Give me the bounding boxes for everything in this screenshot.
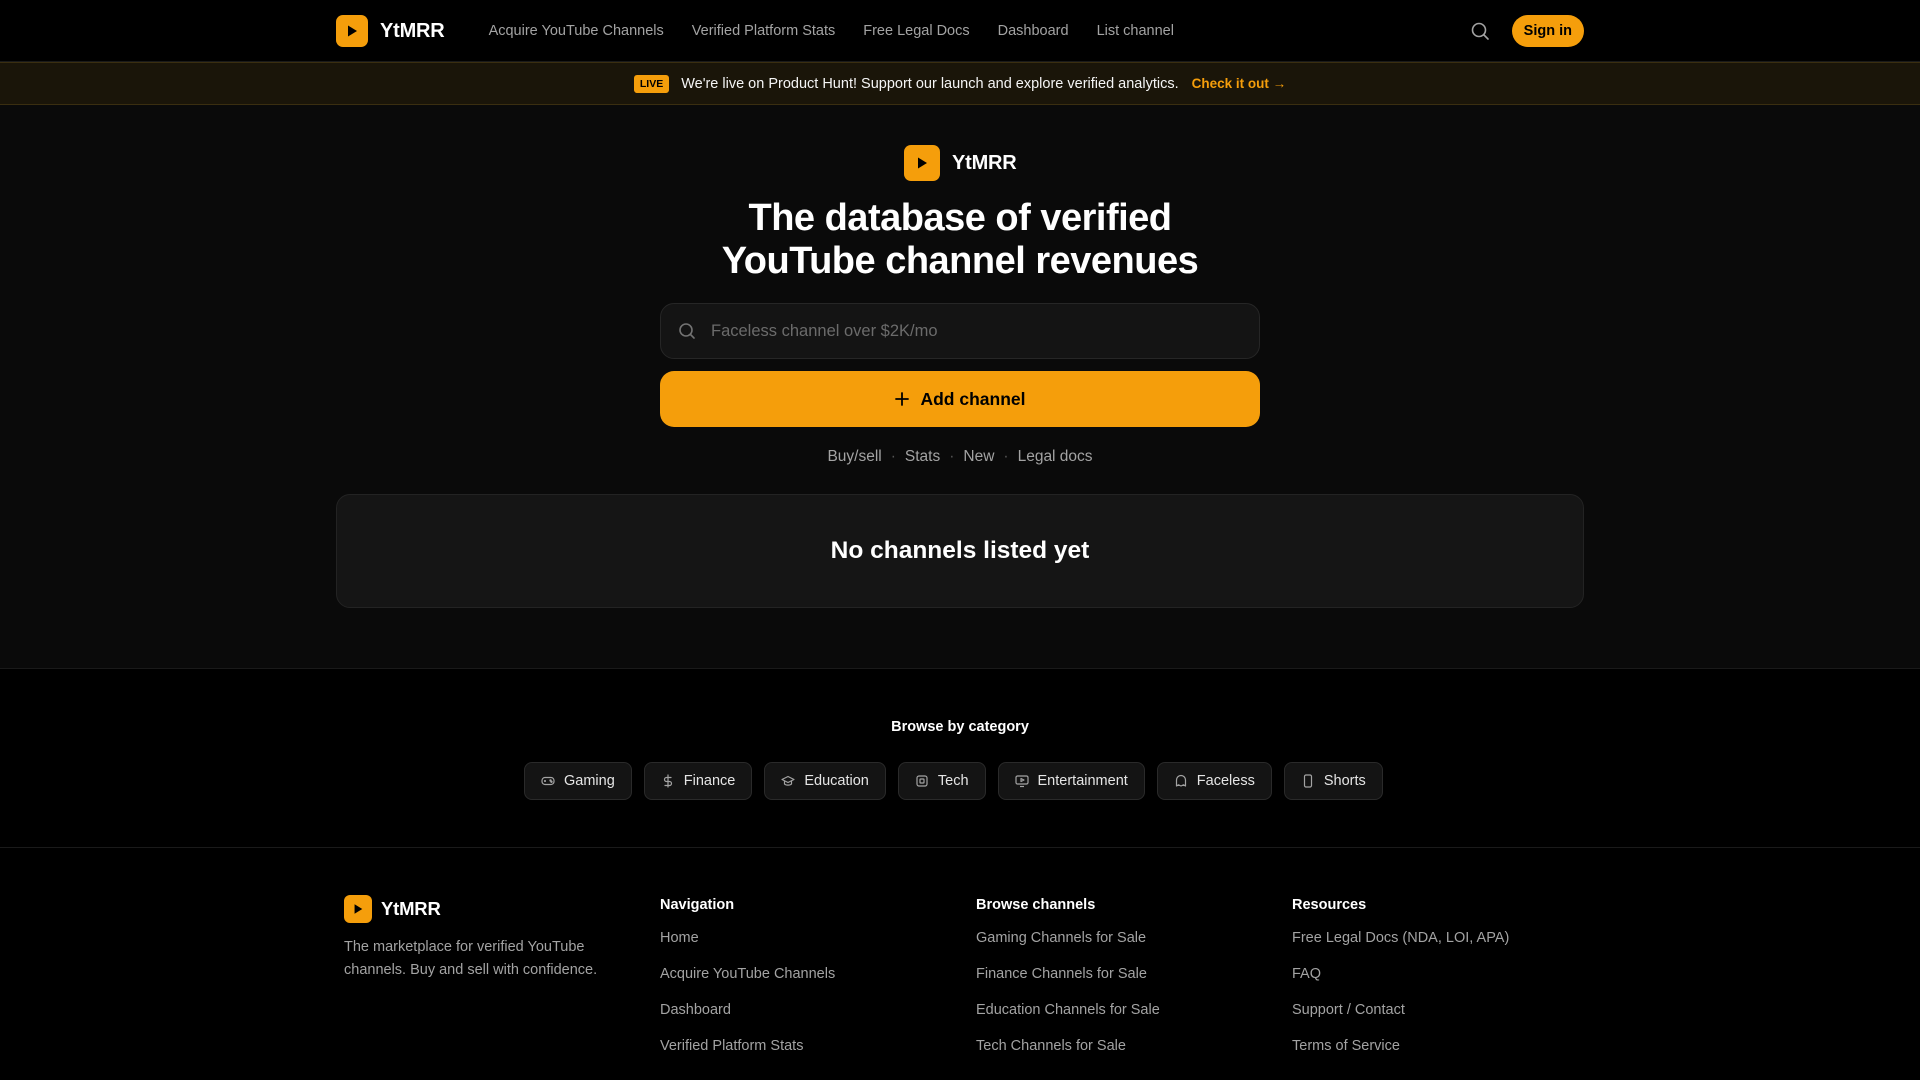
- hero-brand: YtMRR: [952, 151, 1017, 174]
- footer-link-education[interactable]: Education Channels for Sale: [976, 1002, 1160, 1038]
- nav-link-list-channel[interactable]: List channel: [1097, 23, 1174, 39]
- ghost-icon: [1175, 774, 1186, 787]
- nav-links: Acquire YouTube Channels Verified Platfo…: [489, 23, 1174, 39]
- sign-in-button[interactable]: Sign in: [1511, 15, 1584, 47]
- category-chip-gaming[interactable]: Gaming: [524, 762, 632, 800]
- category-label: Gaming: [564, 773, 615, 789]
- banner-text: We're live on Product Hunt! Support our …: [681, 75, 1179, 92]
- add-channel-label: Add channel: [920, 388, 1026, 409]
- footer-col-resources: Resources Free Legal Docs (NDA, LOI, APA…: [1292, 897, 1509, 1074]
- category-label: Finance: [683, 773, 736, 789]
- banner-cta-link[interactable]: Check it out →: [1192, 76, 1287, 91]
- hero-title: The database of verified YouTube channel…: [560, 197, 1360, 283]
- search-input[interactable]: [711, 321, 1231, 341]
- footer-description: The marketplace for verified YouTube cha…: [344, 939, 598, 978]
- category-title: Browse by category: [891, 719, 1029, 735]
- footer-link-gaming[interactable]: Gaming Channels for Sale: [976, 930, 1160, 966]
- footer-link-faq[interactable]: FAQ: [1292, 966, 1509, 1002]
- footer-col-title: Resources: [1292, 897, 1367, 913]
- footer-link-home[interactable]: Home: [660, 930, 835, 966]
- category-label: Entertainment: [1037, 773, 1128, 789]
- announcement-banner: LIVE We're live on Product Hunt! Support…: [0, 62, 1920, 105]
- channels-empty-state: No channels listed yet: [336, 494, 1584, 608]
- footer-link-terms[interactable]: Terms of Service: [1292, 1038, 1509, 1074]
- nav-actions: Sign in: [1470, 15, 1584, 47]
- hero-logo: YtMRR: [904, 145, 1017, 181]
- nav-brand[interactable]: YtMRR: [380, 20, 445, 43]
- hero-play-icon: [904, 145, 940, 181]
- category-chip-education[interactable]: Education: [764, 762, 886, 800]
- footer-col-title: Browse channels: [976, 897, 1096, 913]
- footer-col-navigation: Navigation Home Acquire YouTube Channels…: [660, 897, 835, 1074]
- nav-link-legal-docs[interactable]: Free Legal Docs: [863, 23, 969, 39]
- search-field-icon: [679, 323, 695, 339]
- nav-link-stats[interactable]: Verified Platform Stats: [692, 23, 835, 39]
- plus-icon: [895, 392, 910, 406]
- footer-brand-name[interactable]: YtMRR: [381, 898, 441, 920]
- logo-play-icon[interactable]: [336, 15, 368, 47]
- category-chip-tech[interactable]: Tech: [897, 762, 986, 800]
- footer: YtMRR The marketplace for verified YouTu…: [0, 848, 1920, 1080]
- search-icon[interactable]: [1470, 21, 1490, 41]
- footer-link-acquire[interactable]: Acquire YouTube Channels: [660, 966, 835, 1002]
- category-label: Shorts: [1323, 773, 1366, 789]
- category-section: Browse by category Gaming Finance Educat…: [0, 668, 1920, 848]
- category-chips: Gaming Finance Education Tech Entertainm…: [524, 762, 1383, 800]
- category-label: Faceless: [1196, 773, 1255, 789]
- footer-link-tech[interactable]: Tech Channels for Sale: [976, 1038, 1160, 1074]
- quick-link-buy-sell[interactable]: Buy/sell: [827, 448, 881, 465]
- cpu-icon: [916, 775, 928, 787]
- quick-link-legal-docs[interactable]: Legal docs: [1018, 448, 1093, 465]
- add-channel-button[interactable]: Add channel: [660, 371, 1260, 427]
- hero-title-line1: The database of verified: [748, 197, 1172, 239]
- quick-link-stats[interactable]: Stats: [905, 448, 940, 465]
- category-chip-shorts[interactable]: Shorts: [1283, 762, 1383, 800]
- footer-link-dashboard[interactable]: Dashboard: [660, 1002, 835, 1038]
- tv-icon: [1014, 775, 1029, 788]
- nav-link-acquire[interactable]: Acquire YouTube Channels: [489, 23, 664, 39]
- nav-link-dashboard[interactable]: Dashboard: [998, 23, 1069, 39]
- footer-link-stats[interactable]: Verified Platform Stats: [660, 1038, 835, 1074]
- footer-play-icon[interactable]: [344, 895, 372, 923]
- top-nav: YtMRR Acquire YouTube Channels Verified …: [0, 0, 1920, 62]
- live-badge: LIVE: [633, 74, 670, 93]
- empty-state-text: No channels listed yet: [830, 537, 1090, 564]
- quick-link-new[interactable]: New: [963, 448, 994, 465]
- graduation-cap-icon: [781, 775, 795, 786]
- dollar-icon: [663, 774, 672, 788]
- gamepad-icon: [541, 776, 555, 786]
- channel-search: [660, 303, 1260, 359]
- category-label: Tech: [937, 773, 969, 789]
- category-chip-entertainment[interactable]: Entertainment: [997, 762, 1145, 800]
- category-label: Education: [804, 773, 869, 789]
- category-chip-finance[interactable]: Finance: [643, 762, 753, 800]
- footer-link-legal-docs[interactable]: Free Legal Docs (NDA, LOI, APA): [1292, 930, 1509, 966]
- hero-title-line2: YouTube channel revenues: [721, 240, 1199, 282]
- footer-link-finance[interactable]: Finance Channels for Sale: [976, 966, 1160, 1002]
- footer-link-support[interactable]: Support / Contact: [1292, 1002, 1509, 1038]
- category-chip-faceless[interactable]: Faceless: [1156, 762, 1272, 800]
- quick-links: Buy/sell · Stats · New · Legal docs: [827, 448, 1093, 465]
- footer-brand: YtMRR: [344, 895, 441, 923]
- footer-col-title: Navigation: [660, 897, 735, 913]
- phone-icon: [1303, 774, 1312, 788]
- footer-col-browse: Browse channels Gaming Channels for Sale…: [976, 897, 1160, 1074]
